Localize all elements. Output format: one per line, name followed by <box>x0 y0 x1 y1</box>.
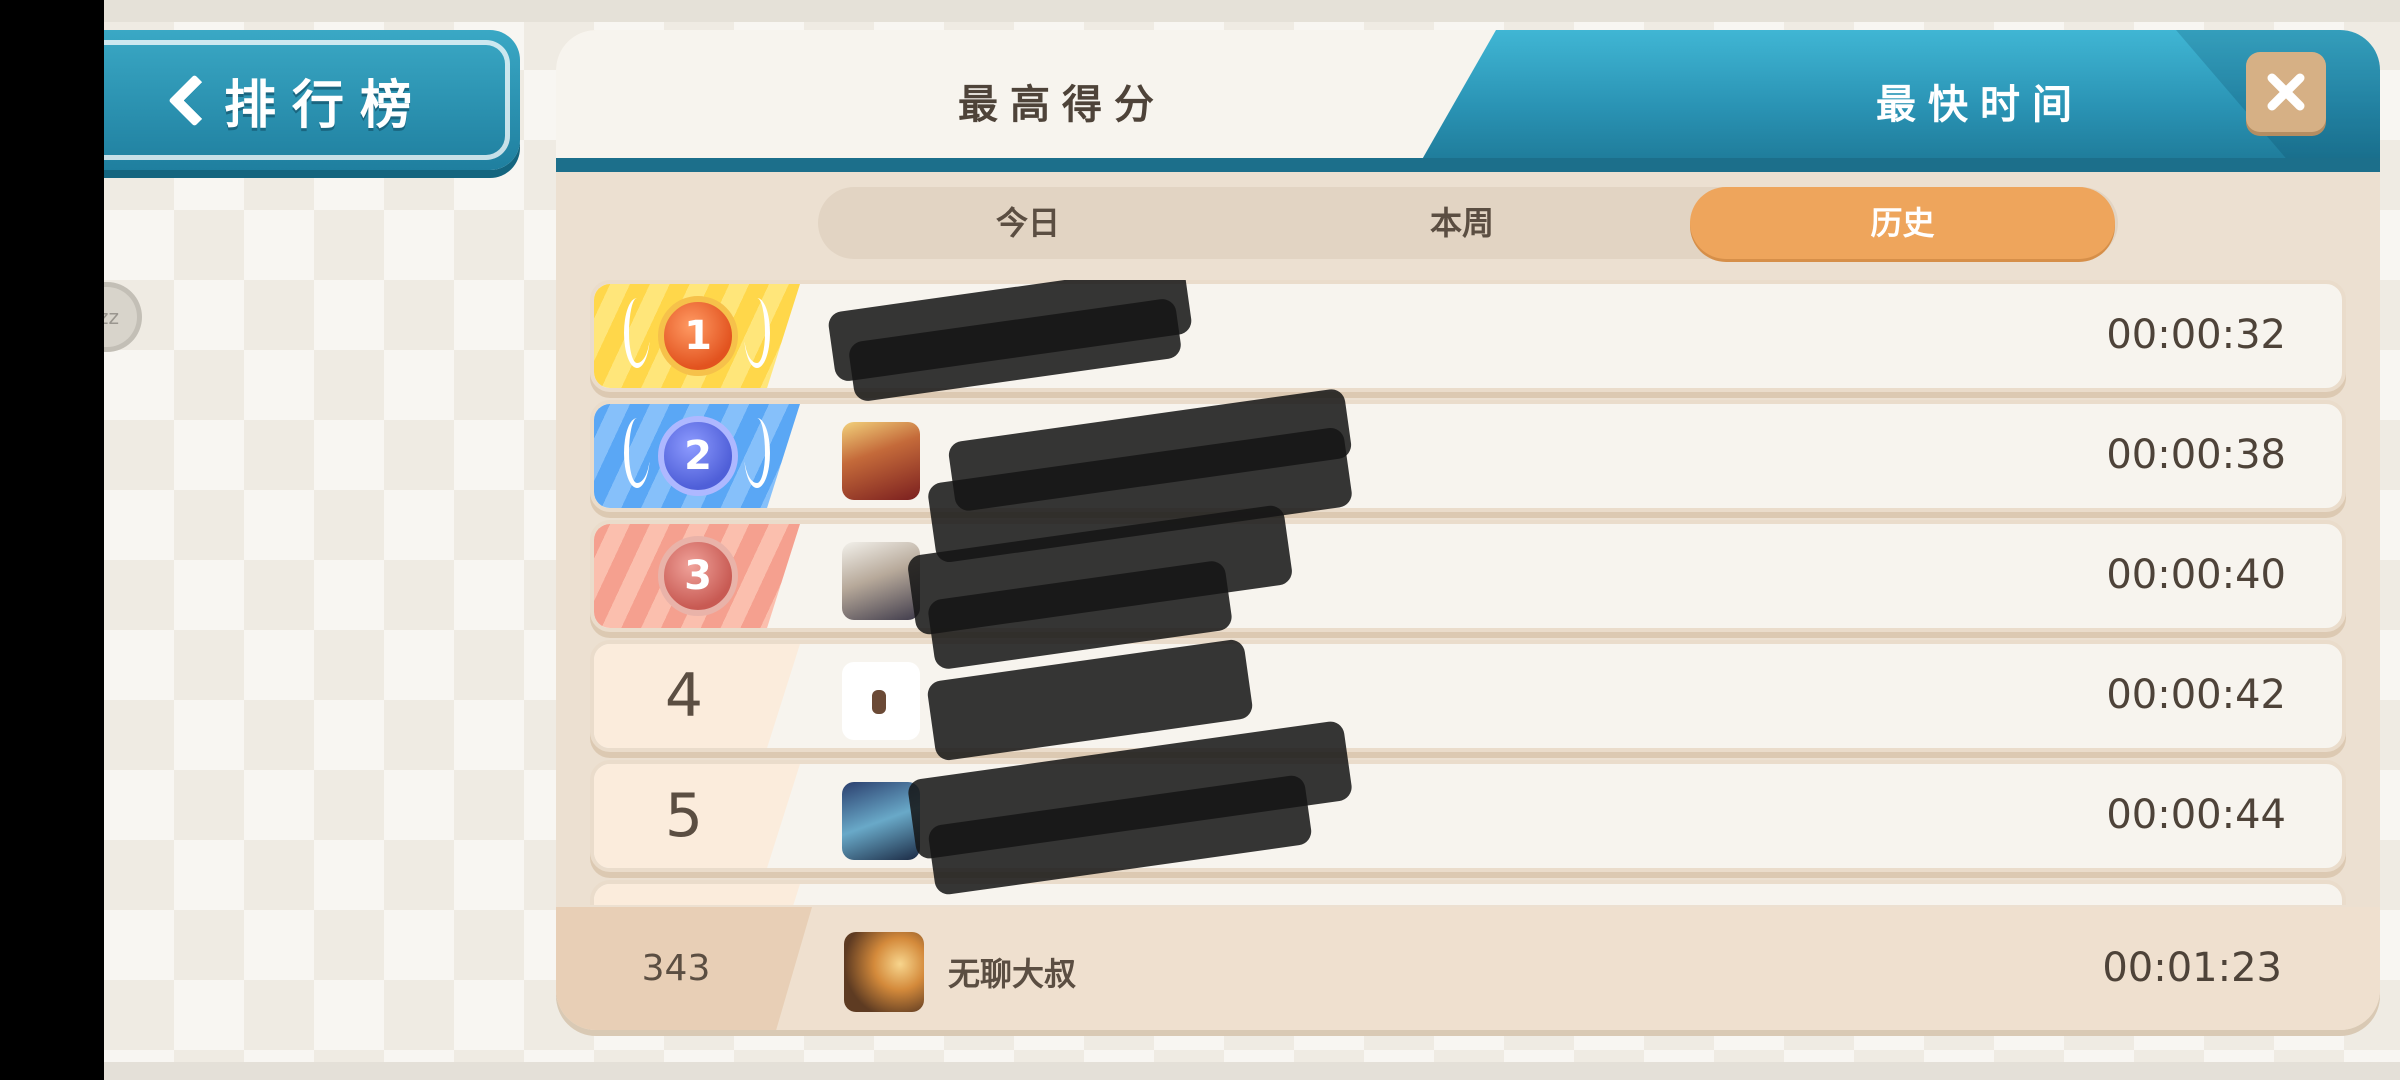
period-tab-today[interactable]: 今日 <box>898 187 1158 259</box>
silver-medal-icon: 2 <box>658 416 738 496</box>
my-player-name: 无聊大叔 <box>948 955 1077 993</box>
leaderboard-panel: 最高得分 最快时间 今日 本周 历史 1 00:00:32 2 00:00:38… <box>556 30 2380 1030</box>
back-button[interactable]: 排行榜 <box>104 30 520 170</box>
avatar <box>842 422 920 500</box>
player-time: 00:00:44 <box>2106 792 2286 838</box>
back-button-label: 排行榜 <box>224 75 429 136</box>
rank-number: 3 <box>684 553 712 599</box>
tab-bar: 最高得分 最快时间 <box>556 30 2380 172</box>
table-row[interactable]: 2 00:00:38 <box>590 400 2346 512</box>
rank-cell: 4 <box>594 644 800 748</box>
rank-cell <box>594 884 800 905</box>
back-chevron-icon <box>156 70 216 130</box>
rank-cell: 3 <box>594 524 800 628</box>
laurel-wreath-icon <box>744 418 770 488</box>
rank-cell: 1 <box>594 284 800 388</box>
table-row[interactable] <box>590 880 2346 905</box>
rank-cell: 2 <box>594 404 800 508</box>
my-player-time: 00:01:23 <box>2102 945 2282 991</box>
side-badge[interactable]: zz <box>104 282 142 352</box>
laurel-wreath-icon <box>744 298 770 368</box>
table-row[interactable]: 4 00:00:42 <box>590 640 2346 752</box>
bronze-medal-icon: 3 <box>658 536 738 616</box>
rank-number: 5 <box>664 781 704 851</box>
tab-fastest-time[interactable]: 最快时间 <box>1876 72 2084 130</box>
rank-cell: 5 <box>594 764 800 868</box>
period-tab-history[interactable]: 历史 <box>1690 187 2115 259</box>
period-selector: 今日 本周 历史 <box>818 187 2118 259</box>
tab-highest-score[interactable]: 最高得分 <box>958 72 1166 130</box>
avatar <box>842 662 920 740</box>
close-icon <box>2267 73 2305 111</box>
close-button[interactable] <box>2246 52 2326 132</box>
rank-number: 1 <box>684 313 712 359</box>
avatar <box>842 542 920 620</box>
bottom-strip <box>104 1062 2400 1080</box>
rank-number: 4 <box>664 661 704 731</box>
my-ranking-row: 343 无聊大叔 00:01:23 <box>556 907 2380 1030</box>
tab-bar-divider <box>556 158 2380 172</box>
game-screen: 排行榜 zz 最高得分 最快时间 今日 本周 历史 <box>104 0 2400 1080</box>
player-time: 00:00:32 <box>2106 312 2286 358</box>
table-row[interactable]: 5 00:00:44 <box>590 760 2346 872</box>
rank-number: 2 <box>684 433 712 479</box>
back-button-frame: 排行榜 <box>104 40 510 160</box>
period-tab-week[interactable]: 本周 <box>1332 187 1592 259</box>
laurel-wreath-icon <box>624 298 650 368</box>
laurel-wreath-icon <box>624 418 650 488</box>
player-time: 00:00:42 <box>2106 672 2286 718</box>
player-time: 00:00:40 <box>2106 552 2286 598</box>
top-strip <box>104 0 2400 22</box>
side-badge-label: zz <box>104 305 119 329</box>
my-rank-cell: 343 <box>556 907 812 1030</box>
gold-medal-icon: 1 <box>658 296 738 376</box>
my-avatar <box>844 932 924 1012</box>
leaderboard-list[interactable]: 1 00:00:32 2 00:00:38 3 00:00:40 4 00:00… <box>590 280 2360 905</box>
my-rank-number: 343 <box>641 948 711 989</box>
table-row[interactable]: 3 00:00:40 <box>590 520 2346 632</box>
player-time: 00:00:38 <box>2106 432 2286 478</box>
